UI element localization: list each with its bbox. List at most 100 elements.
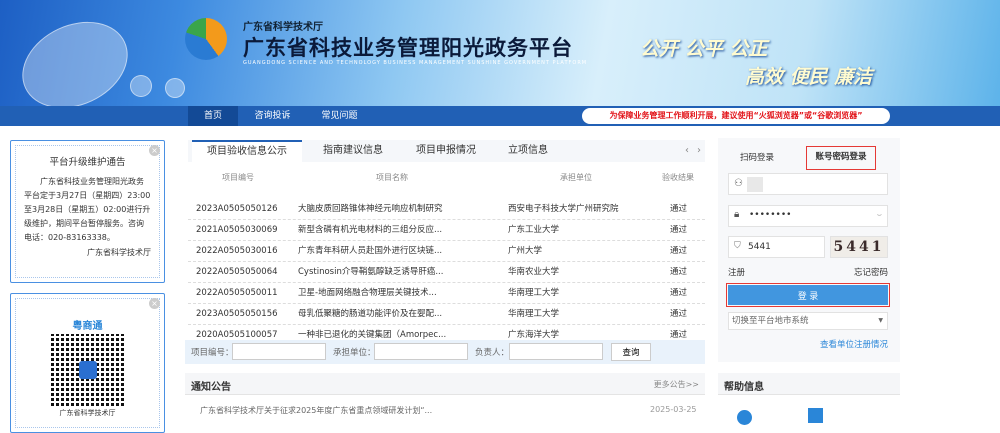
unit: 华南理工大学 bbox=[508, 309, 560, 319]
table-row[interactable]: 2023A0505050126 大脑皮质回路锥体神经元响应机制研究 西安电子科技大学… bbox=[188, 199, 705, 220]
label-project-no: 项目编号： bbox=[191, 348, 234, 358]
tab-acceptance[interactable]: 项目验收信息公示 bbox=[192, 140, 302, 162]
label-leader: 负责人： bbox=[475, 348, 510, 358]
result: 通过 bbox=[670, 267, 688, 277]
help-download-icon[interactable] bbox=[808, 408, 823, 423]
table-row[interactable]: 2021A0505030069 新型含磷有机光电材料的三组分反应... 广东工业大学… bbox=[188, 220, 705, 241]
leader-input[interactable] bbox=[509, 343, 603, 360]
dropdown-caret-icon: ▼ bbox=[878, 317, 883, 324]
next-arrow-icon[interactable]: › bbox=[694, 140, 704, 162]
user-icon: ⚇ bbox=[734, 178, 743, 189]
result: 通过 bbox=[670, 204, 688, 214]
satellite-dish-decoration bbox=[130, 75, 152, 97]
project-name: 大脑皮质回路锥体神经元响应机制研究 bbox=[298, 204, 443, 214]
notice-sign: 广东省科学技术厅 bbox=[87, 248, 151, 257]
close-icon[interactable]: × bbox=[149, 298, 160, 309]
lock-icon: 🔒︎ bbox=[734, 209, 740, 220]
info-tabs: 项目验收信息公示 指南建议信息 项目申报情况 立项信息 ‹ › bbox=[188, 140, 705, 162]
project-name: Cystinosin介导鞘氨醇缺乏诱导肝癌... bbox=[298, 267, 444, 277]
qr-code bbox=[50, 334, 125, 406]
prev-arrow-icon[interactable]: ‹ bbox=[682, 140, 692, 162]
col-header: 承担单位 bbox=[560, 173, 592, 182]
unit: 广州大学 bbox=[508, 246, 543, 256]
nav-faq[interactable]: 常见问题 bbox=[312, 106, 367, 126]
col-header: 验收结果 bbox=[662, 173, 694, 182]
result: 通过 bbox=[670, 288, 688, 298]
captcha-value: 5441 bbox=[748, 242, 771, 252]
slogan-2: 高效 便民 廉洁 bbox=[745, 66, 873, 88]
username-input[interactable]: ⚇ bbox=[728, 173, 888, 195]
notice-body: 广东省科技业务管理阳光政务平台定于3月27日（星期四）23:00至3月28日（星… bbox=[24, 177, 151, 242]
site-title-en: GUANGDONG SCIENCE AND TECHNOLOGY BUSINES… bbox=[243, 60, 588, 66]
login-panel: 扫码登录 账号密码登录 ⚇ 🔒︎ •••••••• ⌣ ⛉ 5441 5441 … bbox=[718, 138, 900, 362]
captcha-input[interactable]: ⛉ 5441 bbox=[728, 236, 825, 258]
project-name: 新型含磷有机光电材料的三组分反应... bbox=[298, 225, 443, 235]
city-system-select[interactable]: 切换至平台地市系统 ▼ bbox=[728, 312, 888, 330]
label-unit: 承担单位： bbox=[333, 348, 376, 358]
tab-account-login[interactable]: 账号密码登录 bbox=[806, 146, 876, 170]
register-link[interactable]: 注册 bbox=[728, 266, 745, 278]
qr-box: 粤商通 广东省科学技术厅 × bbox=[10, 293, 165, 433]
notices-header: 通知公告 更多公告>> bbox=[185, 373, 705, 395]
maintenance-notice-box: 平台升级维护通告 广东省科技业务管理阳光政务平台定于3月27日（星期四）23:0… bbox=[10, 140, 165, 283]
browser-notice: 为保障业务管理工作顺利开展，建议使用“火狐浏览器”或“谷歌浏览器” bbox=[582, 108, 890, 124]
username-value bbox=[747, 177, 763, 192]
result: 通过 bbox=[670, 246, 688, 256]
password-value: •••••••• bbox=[749, 210, 792, 220]
col-header: 项目编号 bbox=[222, 173, 254, 182]
result: 通过 bbox=[670, 225, 688, 235]
notice-item-title[interactable]: 广东省科学技术厅关于征求2025年度广东省重点领域研发计划“... bbox=[200, 405, 432, 416]
table-row[interactable]: 2022A0505050011 卫星-地面网络融合物理层关键技术... 华南理工大学… bbox=[188, 283, 705, 304]
unit-registration-link[interactable]: 查看单位注册情况 bbox=[820, 338, 888, 350]
unit: 华南农业大学 bbox=[508, 267, 560, 277]
project-no: 2022A0505050011 bbox=[196, 288, 278, 298]
qr-title: 粤商通 bbox=[72, 321, 103, 332]
tab-project[interactable]: 立项信息 bbox=[488, 140, 568, 162]
org-name: 广东省科学技术厅 bbox=[243, 22, 323, 33]
table-row[interactable]: 2022A0505050064 Cystinosin介导鞘氨醇缺乏诱导肝癌... 华… bbox=[188, 262, 705, 283]
close-icon[interactable]: × bbox=[149, 145, 160, 156]
tab-guide[interactable]: 指南建议信息 bbox=[313, 140, 393, 162]
notice-item-date: 2025-03-25 bbox=[650, 405, 697, 414]
table-row[interactable]: 2023A0505050156 母乳低聚糖的肠道功能评价及在婴配... 华南理工大学… bbox=[188, 304, 705, 325]
help-question-icon[interactable] bbox=[737, 410, 752, 425]
project-no: 2022A0505030016 bbox=[196, 246, 278, 256]
project-name: 广东青年科研人员赴国外进行区块链... bbox=[298, 246, 443, 256]
more-notices-link[interactable]: 更多公告>> bbox=[654, 379, 699, 390]
unit: 华南理工大学 bbox=[508, 288, 560, 298]
nav-home[interactable]: 首页 bbox=[188, 106, 238, 126]
result: 通过 bbox=[670, 309, 688, 319]
forgot-password-link[interactable]: 忘记密码 bbox=[854, 266, 888, 278]
unit: 西安电子科技大学广州研究院 bbox=[508, 204, 619, 214]
col-header: 项目名称 bbox=[376, 173, 408, 182]
site-title: 广东省科技业务管理阳光政务平台 bbox=[243, 36, 573, 60]
project-no: 2023A0505050156 bbox=[196, 309, 278, 319]
city-system-value: 切换至平台地市系统 bbox=[732, 316, 809, 326]
eye-closed-icon[interactable]: ⌣ bbox=[877, 210, 882, 220]
nav-complaint[interactable]: 咨询投诉 bbox=[245, 106, 300, 126]
logo bbox=[185, 18, 227, 60]
query-button[interactable]: 查询 bbox=[611, 343, 651, 361]
qr-caption: 广东省科学技术厅 bbox=[59, 409, 116, 417]
shield-icon: ⛉ bbox=[734, 241, 741, 251]
project-no-input[interactable] bbox=[232, 343, 326, 360]
password-input[interactable]: 🔒︎ •••••••• ⌣ bbox=[728, 205, 888, 227]
slogan-1: 公开 公平 公正 bbox=[640, 38, 768, 60]
help-header: 帮助信息 bbox=[718, 373, 900, 395]
unit-input[interactable] bbox=[374, 343, 468, 360]
project-no: 2021A0505030069 bbox=[196, 225, 278, 235]
project-no: 2023A0505050126 bbox=[196, 204, 278, 214]
help-title: 帮助信息 bbox=[724, 382, 764, 393]
table-row[interactable]: 2022A0505030016 广东青年科研人员赴国外进行区块链... 广州大学 通过 bbox=[188, 241, 705, 262]
search-bar: 项目编号： 承担单位： 负责人： 查询 bbox=[185, 340, 705, 364]
project-name: 母乳低聚糖的肠道功能评价及在婴配... bbox=[298, 309, 443, 319]
satellite-dish-decoration bbox=[165, 78, 185, 98]
project-no: 2022A0505050064 bbox=[196, 267, 278, 277]
tab-application[interactable]: 项目申报情况 bbox=[406, 140, 486, 162]
notices-title: 通知公告 bbox=[191, 382, 231, 393]
captcha-image[interactable]: 5441 bbox=[830, 236, 888, 258]
project-name: 卫星-地面网络融合物理层关键技术... bbox=[298, 288, 437, 298]
tab-qr-login[interactable]: 扫码登录 bbox=[740, 151, 774, 163]
notice-title: 平台升级维护通告 bbox=[49, 157, 126, 168]
login-button[interactable]: 登 录 bbox=[728, 285, 888, 305]
